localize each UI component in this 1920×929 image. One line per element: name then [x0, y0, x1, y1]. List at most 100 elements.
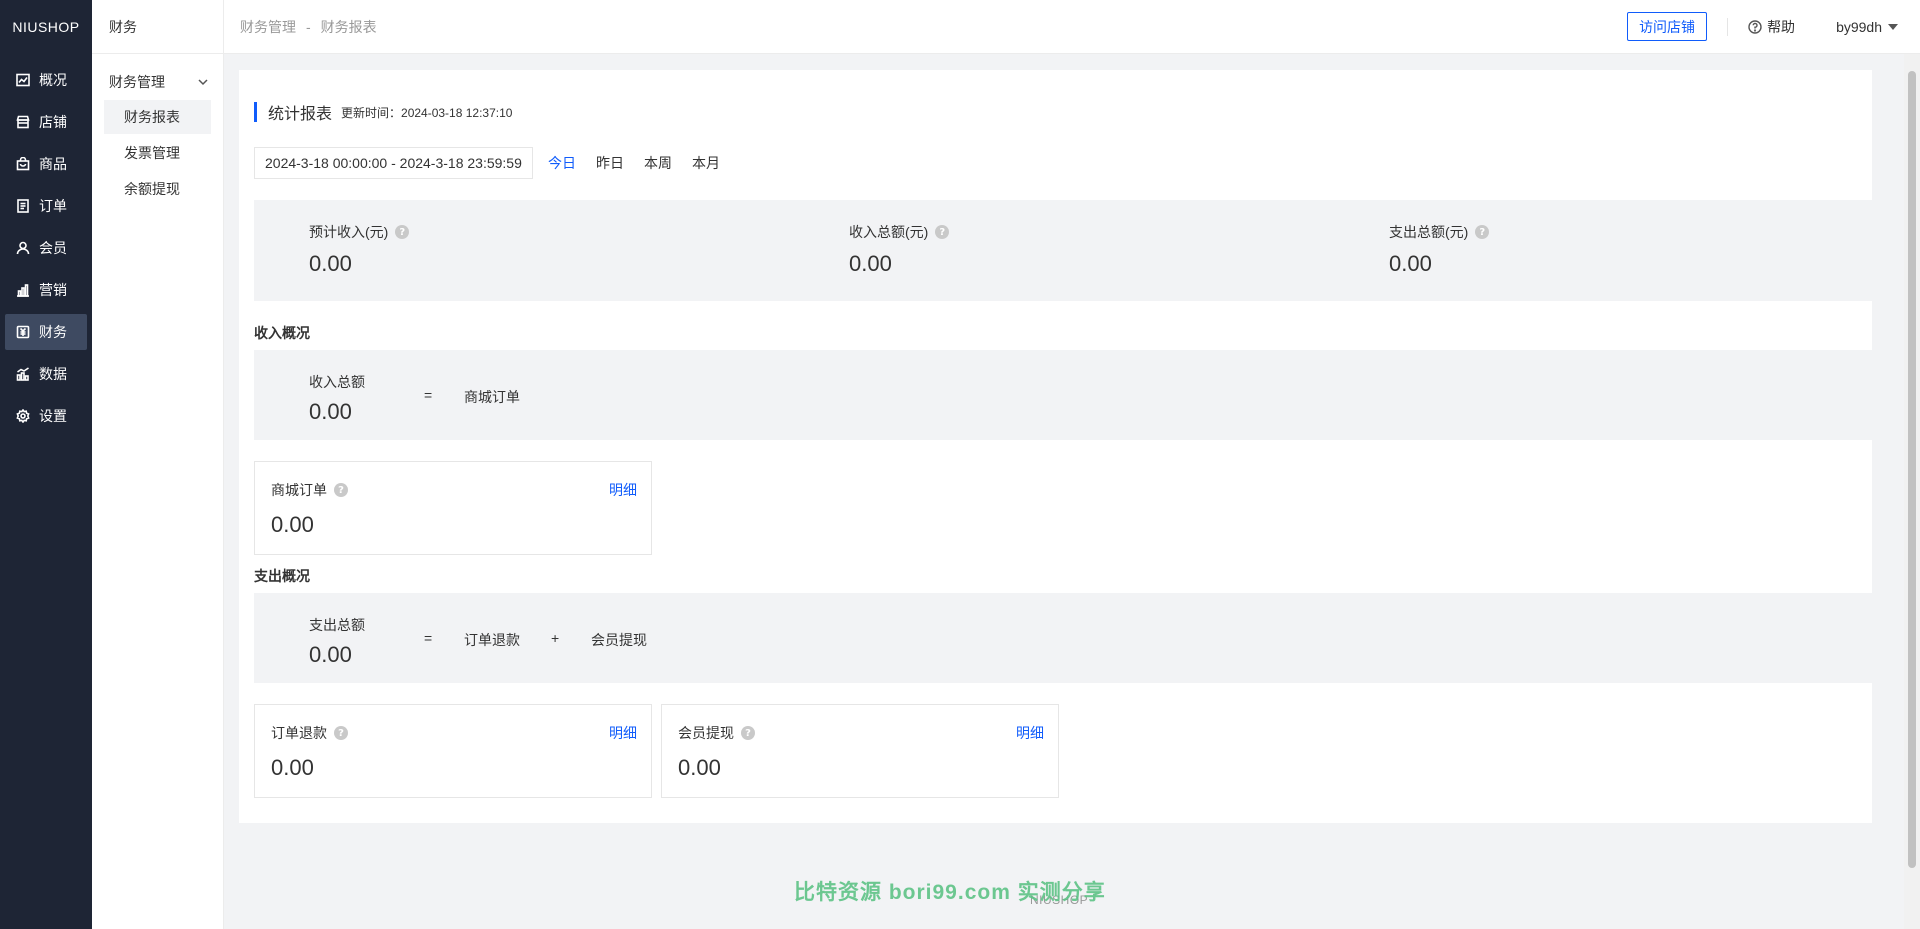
divider: [1815, 18, 1816, 36]
finance-icon: [16, 325, 30, 339]
brand-logo[interactable]: NIUSHOP: [0, 0, 92, 54]
nav-item-label: 会员: [39, 240, 67, 256]
username: by99dh: [1836, 18, 1882, 35]
question-icon[interactable]: ?: [1475, 225, 1490, 239]
watermark: 比特资源 bori99.com 实测分享: [794, 881, 1106, 904]
expense-total-label: 支出总额: [309, 617, 365, 633]
card-label: 会员提现: [678, 725, 734, 741]
card-label: 商城订单: [271, 482, 327, 498]
page-scrollbar[interactable]: [1904, 54, 1920, 929]
stat-label: 预计收入(元): [309, 224, 389, 240]
nav-item-label: 数据: [39, 366, 67, 382]
document-icon: [17, 199, 29, 213]
income-formula: 收入总额 0.00 = 商城订单: [254, 350, 1874, 440]
scrollbar-thumb[interactable]: [1908, 71, 1916, 868]
caret-down-icon: [1888, 23, 1898, 30]
bag-icon: [16, 157, 30, 171]
stat-expected-income: 预计收入(元)? 0.00: [309, 222, 410, 277]
subnav-title: 财务: [92, 0, 223, 54]
nav-item-label: 商品: [39, 156, 67, 172]
expense-total: 支出总额 0.00: [309, 615, 365, 668]
income-total: 收入总额 0.00: [309, 372, 365, 425]
update-time: 更新时间：2024-03-18 12:37:10: [341, 106, 513, 120]
gear-icon: [16, 409, 30, 423]
card-label: 订单退款: [271, 725, 327, 741]
top-bar: 财务管理 - 财务报表 访问店铺 帮助 by99dh: [224, 0, 1920, 54]
title-accent-bar: [254, 101, 257, 122]
income-heading: 收入概况: [254, 325, 310, 341]
formula-term: 订单退款: [464, 632, 520, 648]
quick-range-today[interactable]: 今日: [548, 153, 576, 173]
question-icon[interactable]: ?: [334, 726, 348, 740]
nav-item-settings[interactable]: 设置: [5, 398, 87, 434]
stat-value: 0.00: [309, 251, 352, 276]
quick-range-week[interactable]: 本周: [644, 153, 672, 173]
divider: [1727, 17, 1729, 36]
question-icon[interactable]: ?: [741, 726, 755, 740]
income-total-value: 0.00: [309, 399, 352, 424]
question-icon[interactable]: ?: [395, 225, 410, 239]
expense-heading: 支出概况: [254, 568, 310, 584]
card-value: 0.00: [678, 755, 721, 780]
formula-term: 会员提现: [591, 632, 647, 648]
subnav-item-finance-report[interactable]: 财务报表: [104, 100, 211, 134]
report-panel: 统计报表 更新时间：2024-03-18 12:37:10 2024-3-18 …: [239, 70, 1874, 823]
quick-range-yesterday[interactable]: 昨日: [596, 153, 624, 173]
nav-item-overview[interactable]: 概况: [5, 62, 87, 98]
date-range-input[interactable]: 2024-3-18 00:00:00 - 2024-3-18 23:59:59: [254, 147, 533, 179]
nav-item-label: 店铺: [39, 114, 67, 130]
income-card-mall-order: 商城订单? 明细 0.00: [254, 461, 652, 555]
expense-formula: 支出总额 0.00 = 订单退款 + 会员提现: [254, 593, 1874, 683]
breadcrumb-separator: -: [306, 18, 311, 35]
nav-item-goods[interactable]: 商品: [5, 146, 87, 182]
main-nav: NIUSHOP 概况 店铺 商品 订单 会员 营销 财务 数据 设置: [0, 0, 92, 929]
subnav-group-finance-management[interactable]: 财务管理: [92, 64, 223, 100]
expense-card-member-withdrawal: 会员提现? 明细 0.00: [661, 704, 1059, 798]
chart-line-icon: [16, 73, 30, 87]
stat-value: 0.00: [1389, 251, 1432, 276]
data-icon: [16, 367, 29, 381]
report-header: 统计报表 更新时间：2024-03-18 12:37:10: [254, 101, 513, 123]
question-icon[interactable]: ?: [935, 225, 950, 239]
nav-item-label: 财务: [39, 324, 67, 340]
detail-link[interactable]: 明细: [1016, 723, 1044, 743]
stat-label: 收入总额(元): [849, 224, 929, 240]
question-icon[interactable]: ?: [334, 483, 348, 497]
expense-total-value: 0.00: [309, 642, 352, 667]
help-label: 帮助: [1767, 18, 1796, 35]
breadcrumb-item[interactable]: 财务管理: [240, 17, 296, 37]
nav-item-label: 设置: [39, 408, 67, 424]
card-value: 0.00: [271, 512, 314, 537]
report-title: 统计报表: [268, 105, 333, 123]
chevron-down-icon: [198, 79, 208, 86]
subnav-group-label: 财务管理: [109, 74, 165, 90]
quick-range-month[interactable]: 本月: [692, 153, 720, 173]
subnav-item-withdrawal[interactable]: 余额提现: [104, 172, 211, 206]
detail-link[interactable]: 明细: [609, 723, 637, 743]
user-menu[interactable]: by99dh: [1836, 19, 1898, 35]
equals-sign: =: [424, 630, 433, 646]
stat-total-income: 收入总额(元)? 0.00: [849, 222, 950, 277]
breadcrumb-item: 财务报表: [320, 18, 377, 35]
nav-item-finance[interactable]: 财务: [5, 314, 87, 350]
help-link[interactable]: 帮助: [1748, 17, 1795, 37]
summary-panel: 预计收入(元)? 0.00 收入总额(元)? 0.00 支出总额(元)? 0.0…: [254, 200, 1874, 301]
date-filter: 2024-3-18 00:00:00 - 2024-3-18 23:59:59 …: [254, 147, 720, 179]
formula-term: 商城订单: [464, 389, 520, 405]
income-total-label: 收入总额: [309, 374, 365, 390]
stat-label: 支出总额(元): [1389, 224, 1469, 240]
nav-item-label: 营销: [39, 282, 67, 298]
nav-item-order[interactable]: 订单: [5, 188, 87, 224]
detail-link[interactable]: 明细: [609, 480, 637, 500]
nav-item-marketing[interactable]: 营销: [5, 272, 87, 308]
stat-total-expense: 支出总额(元)? 0.00: [1389, 222, 1490, 277]
breadcrumb: 财务管理 - 财务报表: [224, 17, 377, 37]
nav-item-store[interactable]: 店铺: [5, 104, 87, 140]
subnav-item-invoice[interactable]: 发票管理: [104, 136, 211, 170]
visit-store-button[interactable]: 访问店铺: [1627, 12, 1708, 41]
nav-item-member[interactable]: 会员: [5, 230, 87, 266]
plus-sign: +: [551, 630, 560, 646]
card-value: 0.00: [271, 755, 314, 780]
user-icon: [16, 241, 30, 255]
nav-item-data[interactable]: 数据: [5, 356, 87, 392]
